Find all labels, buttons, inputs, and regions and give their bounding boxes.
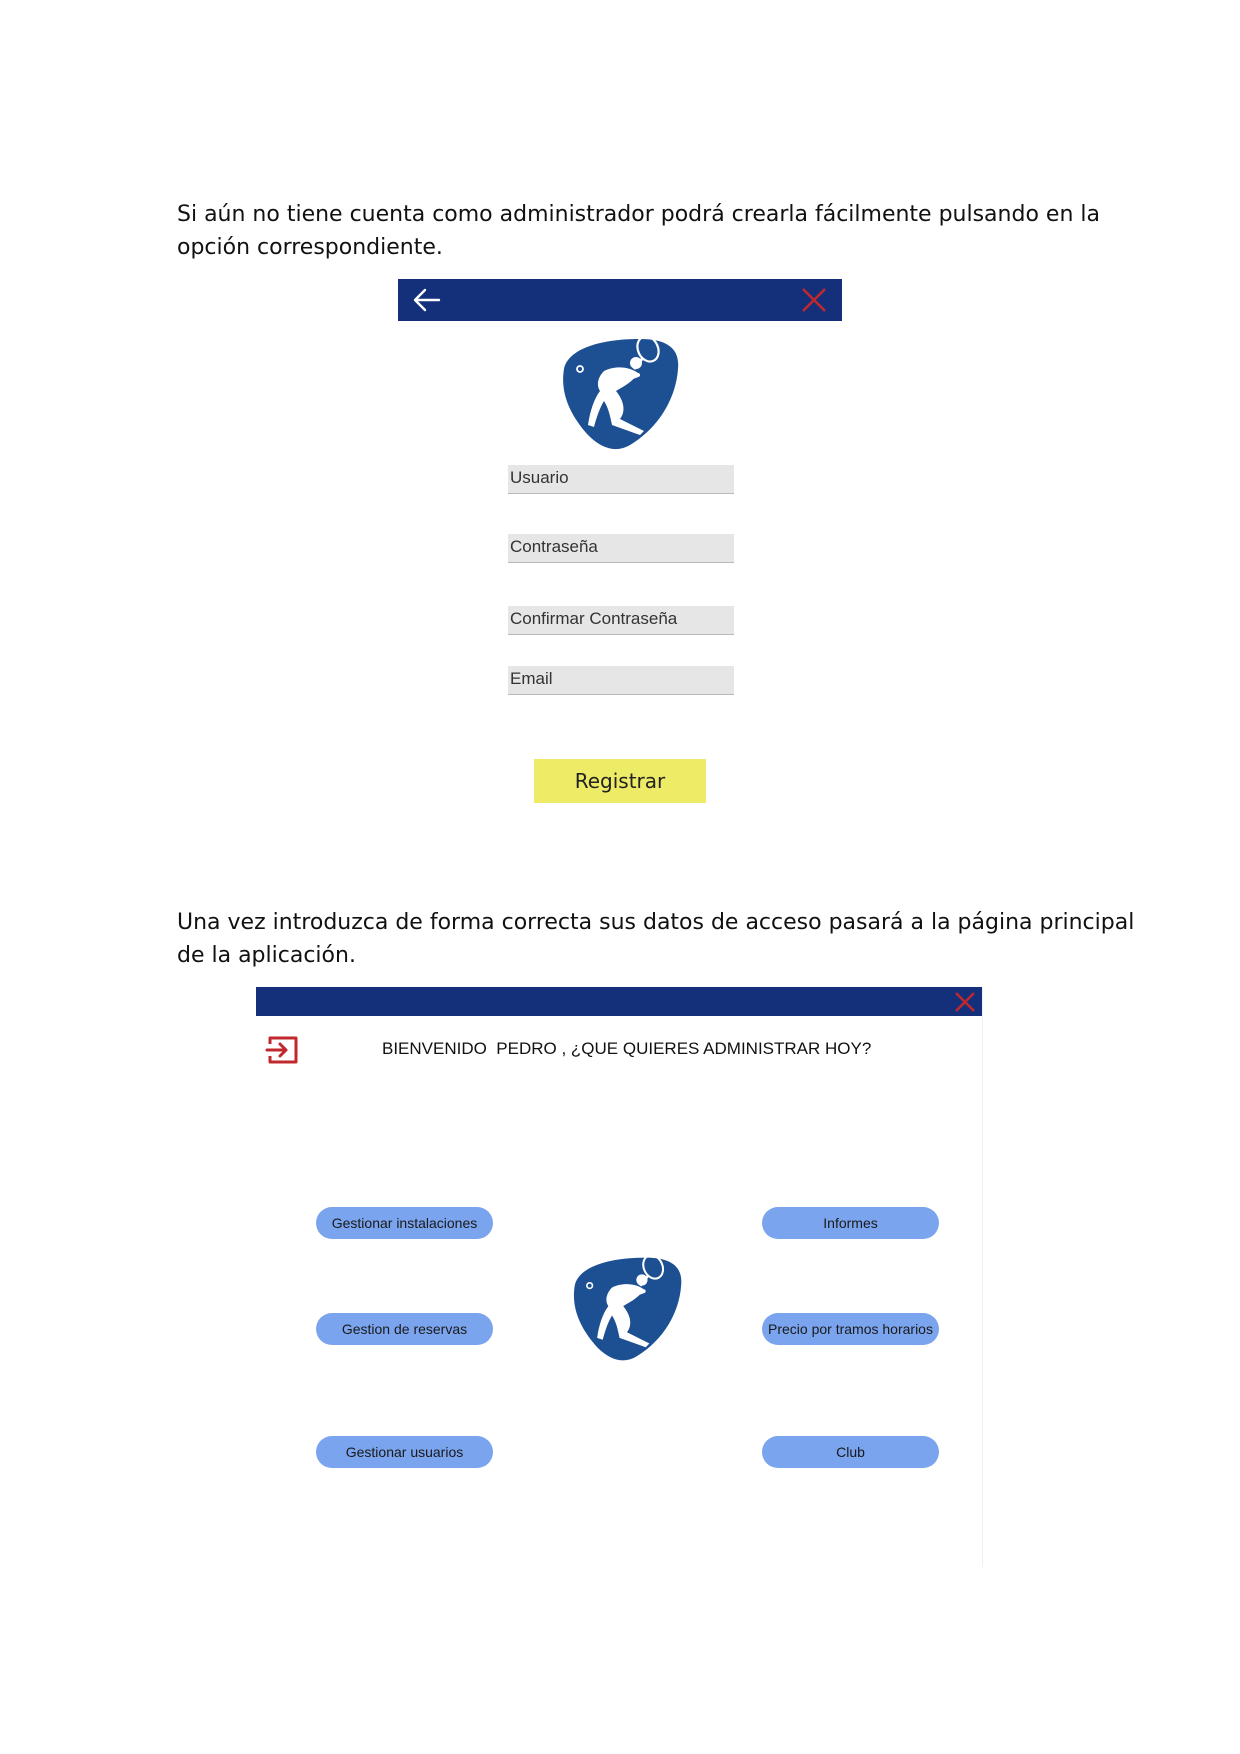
intro-line-2: opción correspondiente. <box>177 235 443 260</box>
manage-facilities-button[interactable]: Gestionar instalaciones <box>316 1207 493 1239</box>
close-icon[interactable] <box>800 286 828 314</box>
close-icon[interactable] <box>952 989 978 1015</box>
second-line-2: de la aplicación. <box>177 943 356 968</box>
main-top-bar <box>256 987 982 1016</box>
time-slot-pricing-button[interactable]: Precio por tramos horarios <box>762 1313 939 1345</box>
logout-icon[interactable] <box>264 1034 300 1066</box>
club-button[interactable]: Club <box>762 1436 939 1468</box>
second-paragraph: Una vez introduzca de forma correcta sus… <box>177 906 1135 972</box>
second-line-1: Una vez introduzca de forma correcta sus… <box>177 910 1135 935</box>
manage-bookings-button[interactable]: Gestion de reservas <box>316 1313 493 1345</box>
intro-paragraph: Si aún no tiene cuenta como administrado… <box>177 198 1100 264</box>
tennis-player-logo <box>573 1254 682 1361</box>
reports-button[interactable]: Informes <box>762 1207 939 1239</box>
confirm-password-field[interactable]: Confirmar Contraseña <box>508 606 734 635</box>
email-field[interactable]: Email <box>508 666 734 695</box>
welcome-message: BIENVENIDO PEDRO , ¿QUE QUIERES ADMINIST… <box>382 1039 872 1058</box>
back-arrow-icon[interactable] <box>412 287 442 313</box>
manage-users-button[interactable]: Gestionar usuarios <box>316 1436 493 1468</box>
main-screenshot: BIENVENIDO PEDRO , ¿QUE QUIERES ADMINIST… <box>256 987 983 1567</box>
register-button[interactable]: Registrar <box>534 759 706 803</box>
register-top-bar <box>398 279 842 321</box>
username-field[interactable]: Usuario <box>508 465 734 494</box>
intro-line-1: Si aún no tiene cuenta como administrado… <box>177 202 1100 227</box>
register-screenshot: Usuario Contraseña Confirmar Contraseña … <box>398 279 842 804</box>
password-field[interactable]: Contraseña <box>508 534 734 563</box>
tennis-player-logo <box>563 335 679 450</box>
